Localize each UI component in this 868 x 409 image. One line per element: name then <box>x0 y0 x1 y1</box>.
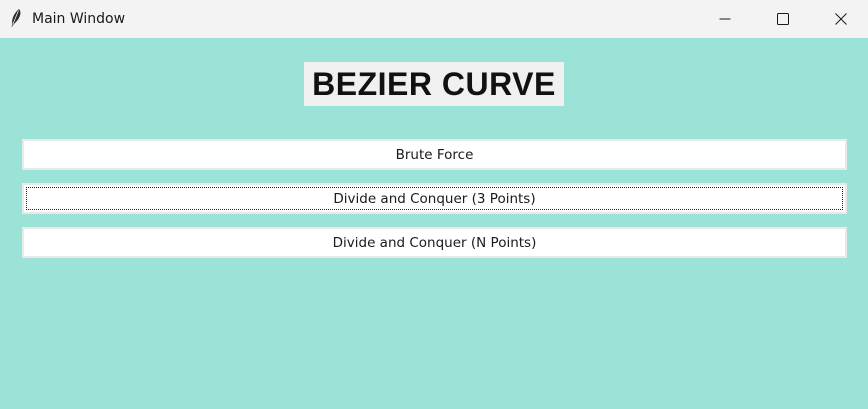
minimize-icon <box>719 18 731 20</box>
divide-conquer-n-points-button[interactable]: Divide and Conquer (N Points) <box>22 227 847 258</box>
main-window: Main Window BEZIER CURVE Brute Force Div… <box>0 0 868 409</box>
window-title: Main Window <box>32 11 126 27</box>
brute-force-button[interactable]: Brute Force <box>22 139 847 170</box>
minimize-button[interactable] <box>696 0 754 38</box>
page-title: BEZIER CURVE <box>304 62 564 106</box>
close-button[interactable] <box>812 0 868 38</box>
divide-conquer-3-points-button[interactable]: Divide and Conquer (3 Points) <box>22 183 847 214</box>
close-icon <box>835 13 847 25</box>
title-bar[interactable]: Main Window <box>0 0 868 38</box>
maximize-button[interactable] <box>754 0 812 38</box>
maximize-icon <box>777 13 789 25</box>
feather-icon <box>11 9 21 27</box>
